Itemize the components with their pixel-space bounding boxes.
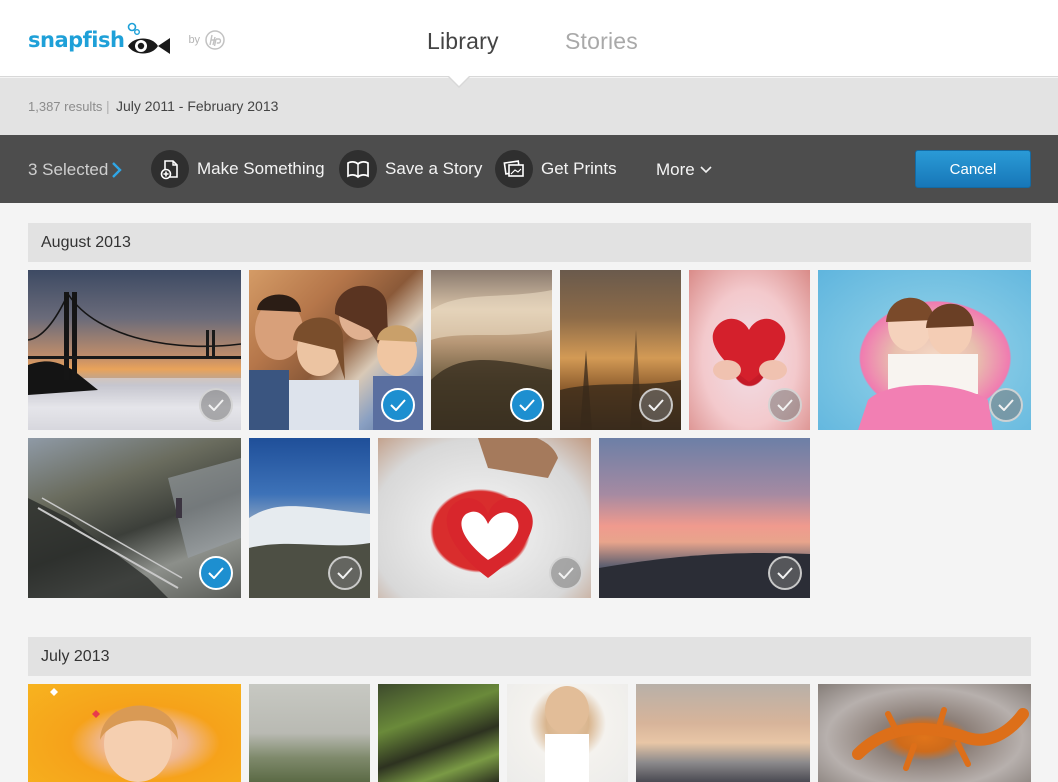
book-icon [339, 150, 377, 188]
photo-two-girls-hugging[interactable] [818, 270, 1031, 430]
tab-library[interactable]: Library [427, 28, 499, 55]
photo-girl-white-dress[interactable] [507, 684, 628, 782]
tab-stories[interactable]: Stories [565, 28, 638, 55]
results-date-range[interactable]: July 2011 - February 2013 [116, 98, 278, 114]
make-something-label: Make Something [197, 159, 325, 178]
girl-figure [545, 686, 589, 782]
checkmark-icon [998, 399, 1014, 411]
select-checkbox-checked[interactable] [381, 388, 415, 422]
results-count: 1,387 results [28, 99, 103, 114]
active-tab-pointer [449, 76, 469, 86]
results-separator: | [106, 98, 110, 114]
selected-count[interactable]: 3 Selected [28, 160, 108, 180]
select-checkbox-checked[interactable] [510, 388, 544, 422]
results-bar: 1,387 results | July 2011 - February 201… [0, 78, 1058, 135]
photo-mossy-rocks[interactable] [378, 684, 499, 782]
make-something-button[interactable]: Make Something [151, 150, 325, 188]
select-checkbox[interactable] [328, 556, 362, 590]
photo-foggy-sunlight[interactable] [560, 270, 681, 430]
chevron-down-icon [700, 166, 712, 174]
more-label: More [656, 160, 695, 179]
hp-logo-icon [205, 30, 225, 50]
select-checkbox[interactable] [989, 388, 1023, 422]
photo-girl-holding-heart[interactable] [689, 270, 810, 430]
photo-orange-newt[interactable] [818, 684, 1031, 782]
selection-action-bar: 3 Selected Make Something Save a Story G… [0, 135, 1058, 203]
photo-golden-gate-bridge[interactable] [28, 270, 241, 430]
checkmark-icon [519, 399, 535, 411]
photo-misty-hills[interactable] [431, 270, 552, 430]
girl-face [50, 688, 178, 782]
top-header: snapfish by Library Stories [0, 0, 1058, 77]
save-a-story-button[interactable]: Save a Story [339, 150, 482, 188]
checkmark-icon [337, 567, 353, 579]
checkmark-icon [648, 399, 664, 411]
photo-foggy-hillside[interactable] [249, 684, 370, 782]
photo-valentine-on-back[interactable] [378, 438, 591, 598]
checkmark-icon [390, 399, 406, 411]
photo-clouds-over-sea[interactable] [636, 684, 810, 782]
get-prints-label: Get Prints [541, 159, 617, 178]
photo-pink-sunset-sky[interactable] [599, 438, 810, 598]
photo-snowy-mountain[interactable] [249, 438, 370, 598]
checkmark-icon [777, 567, 793, 579]
snapfish-logo[interactable]: snapfish by [28, 18, 225, 62]
select-checkbox[interactable] [768, 556, 802, 590]
checkmark-icon [777, 399, 793, 411]
make-something-icon [151, 150, 189, 188]
photo-family-portrait[interactable] [249, 270, 423, 430]
newt-figure [852, 707, 1029, 771]
checkmark-icon [208, 567, 224, 579]
logo-wordmark: snapfish [28, 28, 125, 52]
cancel-button[interactable]: Cancel [915, 150, 1031, 188]
save-a-story-label: Save a Story [385, 159, 483, 178]
get-prints-button[interactable]: Get Prints [495, 150, 617, 188]
select-checkbox[interactable] [549, 556, 583, 590]
section-header-august-2013: August 2013 [28, 223, 1031, 262]
by-label: by [188, 34, 201, 46]
section-header-july-2013: July 2013 [28, 637, 1031, 676]
fish-logo-icon [128, 22, 171, 54]
select-checkbox-checked[interactable] [199, 556, 233, 590]
select-checkbox[interactable] [199, 388, 233, 422]
more-menu-button[interactable]: More [656, 160, 712, 180]
checkmark-icon [208, 399, 224, 411]
select-checkbox[interactable] [768, 388, 802, 422]
checkmark-icon [558, 567, 574, 579]
chevron-right-icon[interactable] [111, 161, 123, 179]
photo-stairway-on-cliff[interactable] [28, 438, 241, 598]
select-checkbox[interactable] [639, 388, 673, 422]
prints-icon [495, 150, 533, 188]
photo-girl-yellow-background[interactable] [28, 684, 241, 782]
